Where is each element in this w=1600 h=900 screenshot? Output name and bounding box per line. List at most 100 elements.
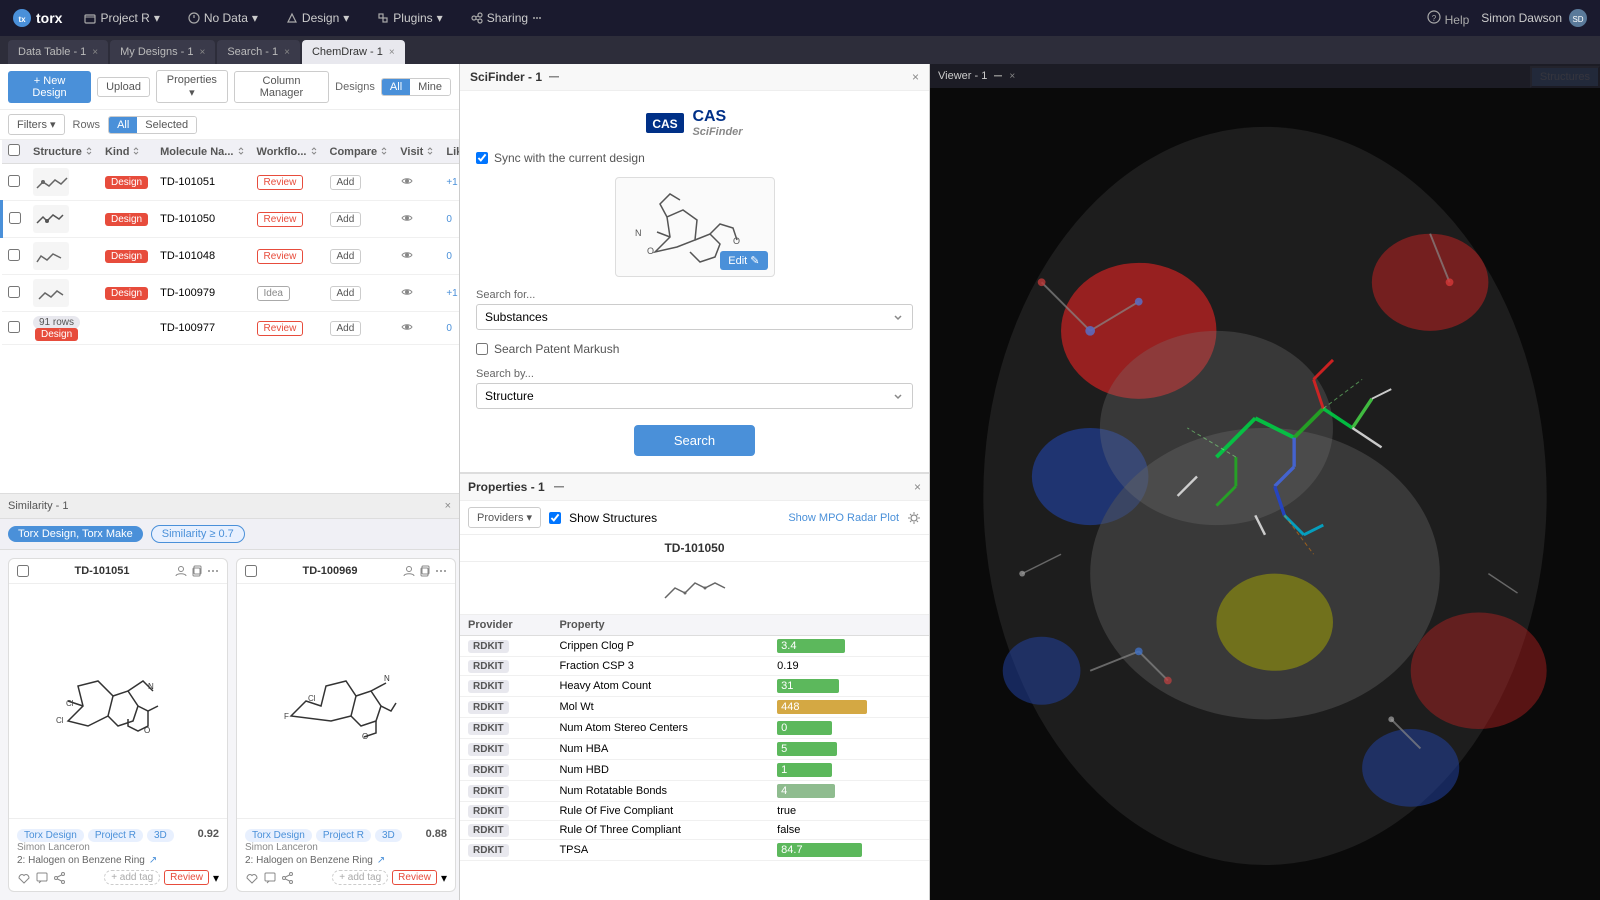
col-kind: Kind bbox=[99, 140, 154, 164]
viewer-close[interactable]: × bbox=[1009, 71, 1015, 82]
nav-sharing[interactable]: Sharing bbox=[465, 9, 548, 27]
property-row: RDKITNum Atom Stereo Centers0 bbox=[460, 718, 929, 739]
sort-icon[interactable] bbox=[380, 147, 388, 155]
share-icon[interactable] bbox=[53, 871, 67, 885]
column-manager-button[interactable]: Column Manager bbox=[234, 71, 329, 103]
svg-text:N: N bbox=[635, 228, 642, 238]
data-icon bbox=[188, 12, 200, 24]
nav-plugins[interactable]: Plugins ▾ bbox=[371, 9, 448, 27]
gear-icon[interactable] bbox=[907, 511, 921, 525]
similarity-close[interactable]: × bbox=[445, 500, 451, 512]
nav-design[interactable]: Design ▾ bbox=[280, 9, 355, 27]
row-checkbox[interactable] bbox=[8, 175, 20, 187]
help-icon: ? bbox=[1427, 10, 1441, 24]
tab-data-table[interactable]: Data Table - 1 × bbox=[8, 40, 108, 64]
compare-button[interactable]: Add bbox=[330, 286, 362, 301]
nav-project[interactable]: Project R ▾ bbox=[78, 9, 165, 27]
patent-checkbox-row: Search Patent Markush bbox=[476, 342, 913, 356]
designs-all-button[interactable]: All bbox=[382, 79, 410, 95]
compare-button[interactable]: Add bbox=[330, 175, 362, 190]
new-design-button[interactable]: + New Design bbox=[8, 71, 91, 103]
tab-my-designs[interactable]: My Designs - 1 × bbox=[110, 40, 215, 64]
sort-icon[interactable] bbox=[426, 147, 434, 155]
viewer-minimize-icon[interactable] bbox=[993, 71, 1003, 81]
like-icon[interactable] bbox=[17, 871, 31, 885]
row-checkbox[interactable] bbox=[8, 286, 20, 298]
table-row: 91 rows Design TD-100977 Review Add 0 ⚑ bbox=[2, 312, 460, 345]
patent-label: Search Patent Markush bbox=[494, 342, 619, 356]
properties-close[interactable]: × bbox=[914, 480, 921, 494]
help-button[interactable]: ? Help bbox=[1427, 10, 1469, 27]
add-tag-button-1[interactable]: + add tag bbox=[332, 870, 388, 885]
scifinder-minimize-icon[interactable] bbox=[548, 71, 560, 83]
search-by-select[interactable]: Structure bbox=[476, 383, 913, 409]
similarity-filter-chip[interactable]: Torx Design, Torx Make bbox=[8, 526, 143, 542]
property-value-cell: 1 bbox=[769, 760, 929, 781]
visit-icon bbox=[400, 320, 414, 334]
designs-mine-button[interactable]: Mine bbox=[410, 79, 450, 95]
tab-search-close[interactable]: × bbox=[284, 47, 290, 58]
property-value-cell: 448 bbox=[769, 697, 929, 718]
show-structures-checkbox[interactable] bbox=[549, 512, 561, 524]
row-checkbox[interactable] bbox=[8, 249, 20, 261]
row-checkbox[interactable] bbox=[9, 212, 21, 224]
sort-icon[interactable] bbox=[310, 147, 318, 155]
patent-checkbox[interactable] bbox=[476, 343, 488, 355]
properties-button[interactable]: Properties ▾ bbox=[156, 70, 228, 103]
tab-my-designs-close[interactable]: × bbox=[200, 47, 206, 58]
comment-icon[interactable] bbox=[35, 871, 49, 885]
share-icon[interactable] bbox=[281, 871, 295, 885]
search-by-label: Search by... bbox=[476, 368, 913, 380]
tab-search[interactable]: Search - 1 × bbox=[217, 40, 300, 64]
edit-structure-button[interactable]: Edit ✎ bbox=[720, 251, 767, 270]
col-visit: Visit bbox=[394, 140, 440, 164]
property-value-cell: 0.19 bbox=[769, 657, 929, 676]
rows-all-button[interactable]: All bbox=[109, 117, 137, 133]
add-tag-button-0[interactable]: + add tag bbox=[104, 870, 160, 885]
svg-text:tx: tx bbox=[18, 15, 26, 24]
comment-icon[interactable] bbox=[263, 871, 277, 885]
nav-nodata[interactable]: No Data ▾ bbox=[182, 9, 264, 27]
filters-button[interactable]: Filters ▾ bbox=[8, 114, 65, 135]
similarity-cards: TD-101051 bbox=[0, 550, 459, 900]
mpo-link[interactable]: Show MPO Radar Plot bbox=[788, 512, 899, 524]
user-menu[interactable]: Simon Dawson SD bbox=[1481, 8, 1588, 28]
compare-button[interactable]: Add bbox=[330, 249, 362, 264]
sim-card-checkbox-1[interactable] bbox=[245, 565, 257, 577]
designs-label: Designs bbox=[335, 81, 375, 93]
tab-chemdraw[interactable]: ChemDraw - 1 × bbox=[302, 40, 405, 64]
table-row: Design TD-101048 Review Add 0 ⚑ bbox=[2, 238, 460, 275]
compare-button[interactable]: Add bbox=[330, 212, 362, 227]
app-logo[interactable]: tx torx bbox=[12, 8, 62, 28]
sync-checkbox[interactable] bbox=[476, 152, 488, 164]
rows-selected-button[interactable]: Selected bbox=[137, 117, 196, 133]
sync-label: Sync with the current design bbox=[494, 151, 645, 165]
sharing-dots-icon bbox=[532, 13, 542, 23]
sort-icon[interactable] bbox=[237, 147, 245, 155]
similarity-threshold[interactable]: Similarity ≥ 0.7 bbox=[151, 525, 245, 543]
scifinder-close[interactable]: × bbox=[912, 70, 919, 84]
search-for-select[interactable]: Substances bbox=[476, 304, 913, 330]
sim-card-checkbox-0[interactable] bbox=[17, 565, 29, 577]
row-checkbox[interactable] bbox=[8, 321, 20, 333]
nav-design-label: Design bbox=[302, 11, 339, 25]
like-count: +1 bbox=[446, 288, 457, 299]
select-all-checkbox[interactable] bbox=[8, 144, 20, 156]
scifinder-header: SciFinder - 1 × bbox=[460, 64, 929, 91]
properties-minimize-icon[interactable] bbox=[553, 481, 565, 493]
tab-chemdraw-close[interactable]: × bbox=[389, 47, 395, 58]
providers-button[interactable]: Providers ▾ bbox=[468, 507, 541, 528]
more-icon[interactable] bbox=[435, 565, 447, 577]
search-button[interactable]: Search bbox=[634, 425, 755, 456]
sim-link-1[interactable]: ↗ bbox=[377, 855, 385, 866]
more-icon[interactable] bbox=[207, 565, 219, 577]
sort-icon[interactable] bbox=[132, 147, 140, 155]
compare-button[interactable]: Add bbox=[330, 321, 362, 336]
sort-icon[interactable] bbox=[85, 147, 93, 155]
sim-link-0[interactable]: ↗ bbox=[149, 855, 157, 866]
upload-button[interactable]: Upload bbox=[97, 77, 150, 97]
tab-data-table-close[interactable]: × bbox=[92, 47, 98, 58]
workflow-badge-1: Review bbox=[392, 870, 437, 885]
like-icon[interactable] bbox=[245, 871, 259, 885]
kind-badge: Design bbox=[105, 287, 148, 300]
